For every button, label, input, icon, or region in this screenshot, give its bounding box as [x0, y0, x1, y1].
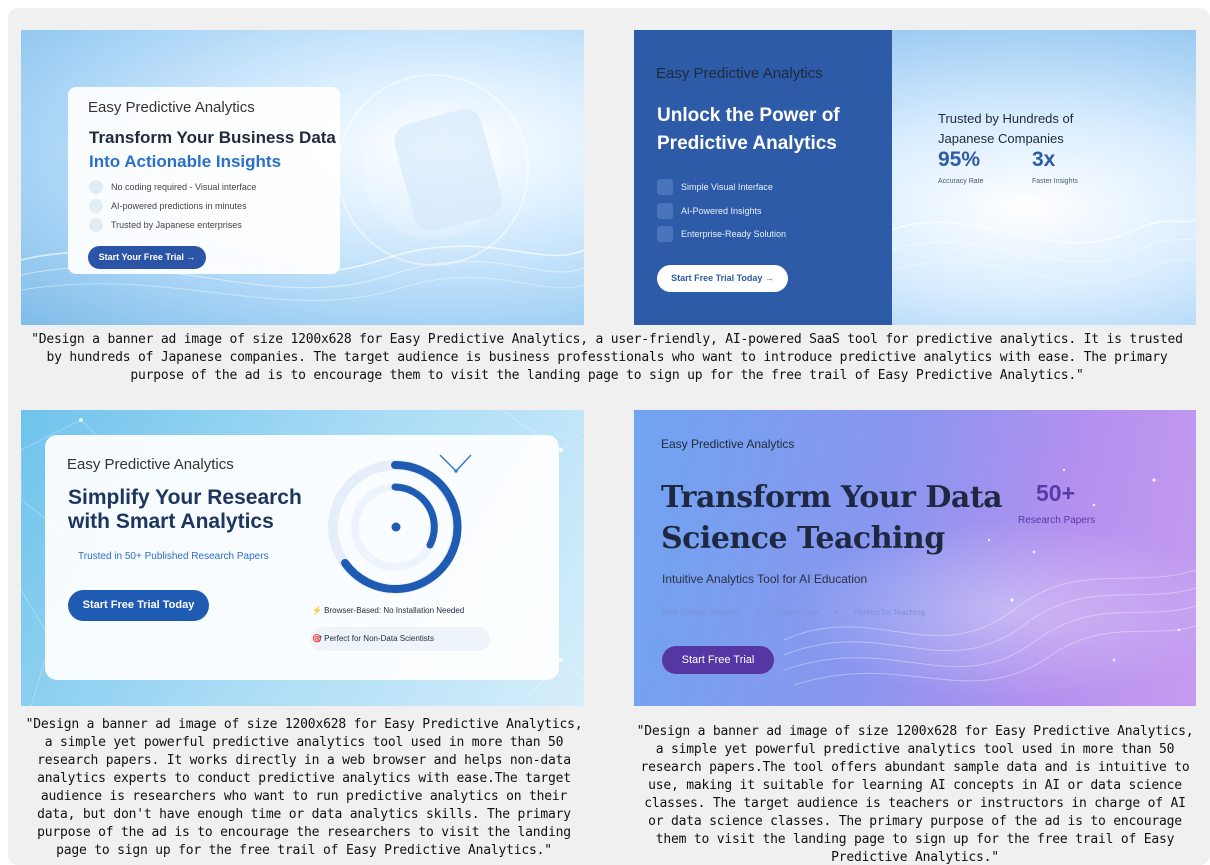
feature-label: Easy to Use — [775, 608, 820, 617]
feature-label: AI-Powered Insights — [681, 206, 762, 216]
banner-unlock: Easy Predictive Analytics Unlock the Pow… — [634, 30, 1196, 325]
stat-speed-value: 3x — [1032, 148, 1056, 171]
trust-line-2: Japanese Companies — [938, 131, 1064, 146]
banner-teaching: Easy Predictive Analytics Transform Your… — [634, 410, 1196, 706]
brand-name: Easy Predictive Analytics — [67, 456, 234, 473]
feature-pill-browser: ⚡ Browser-Based: No Installation Needed — [312, 606, 465, 615]
trust-line-1: Trusted by Hundreds of — [938, 111, 1074, 126]
hero-card: Easy Predictive Analytics Transform Your… — [68, 87, 340, 274]
checkbox-icon — [657, 203, 673, 219]
headline-line-2: Predictive Analytics — [657, 133, 837, 154]
research-subtitle: Trusted in 50+ Published Research Papers — [78, 551, 269, 562]
trust-statement: Trusted by Hundreds of Japanese Companie… — [938, 109, 1073, 149]
stat-papers-label: Research Papers — [1018, 515, 1096, 526]
feature-label: Simple Visual Interface — [681, 182, 773, 192]
brand-name: Easy Predictive Analytics — [88, 99, 255, 116]
hero-card: Easy Predictive Analytics Simplify Your … — [45, 435, 559, 680]
free-trial-button[interactable]: Start Free Trial — [662, 646, 774, 674]
separator-dot: • — [757, 608, 760, 617]
feature-pill-non-data-scientists: 🎯 Perfect for Non-Data Scientists — [310, 627, 490, 651]
feature-item: Simple Visual Interface — [657, 179, 773, 195]
stat-accuracy-value: 95% — [938, 148, 981, 171]
banner-research: Easy Predictive Analytics Simplify Your … — [21, 410, 584, 706]
free-trial-button[interactable]: Start Your Free Trial → — [88, 246, 206, 269]
left-panel: Easy Predictive Analytics Unlock the Pow… — [634, 30, 892, 325]
feature-item: AI-powered predictions in minutes — [89, 199, 247, 213]
feature-item: Trusted by Japanese enterprises — [89, 218, 242, 232]
headline-line-1: Simplify Your Research — [68, 486, 302, 509]
feature-label: Perfect for Teaching — [853, 608, 925, 617]
teaching-subtitle: Intuitive Analytics Tool for AI Educatio… — [662, 572, 868, 586]
stat-accuracy-label: Accuracy Rate — [938, 178, 984, 185]
stat-papers-value: 50+ — [1036, 480, 1076, 506]
free-trial-button[interactable]: Start Free Trial Today — [68, 590, 209, 621]
brand-name: Easy Predictive Analytics — [656, 65, 823, 82]
headline-line-2: with Smart Analytics — [68, 510, 274, 533]
headline-line-1: Transform Your Business Data — [89, 128, 336, 147]
brand-name: Easy Predictive Analytics — [661, 437, 795, 451]
feature-label: AI-powered predictions in minutes — [111, 201, 247, 211]
feature-item: Enterprise-Ready Solution — [657, 226, 786, 242]
bullet-icon — [89, 180, 103, 194]
stat-speed-label: Faster Insights — [1032, 178, 1078, 185]
feature-label: No coding required - Visual interface — [111, 182, 257, 192]
feature-item: No coding required - Visual interface — [89, 180, 256, 194]
checkbox-icon — [657, 226, 673, 242]
banner-business: Easy Predictive Analytics Transform Your… — [21, 30, 584, 325]
headline-line-1: Transform Your Data — [661, 480, 1003, 515]
feature-label: Enterprise-Ready Solution — [681, 229, 787, 239]
headline-line-2: Into Actionable Insights — [89, 152, 282, 171]
caption-teaching: "Design a banner ad image of size 1200x6… — [636, 724, 1194, 865]
headline-line-2: Science Teaching — [661, 521, 945, 556]
feature-label: Rich Sample Datasets — [662, 608, 742, 617]
feature-list: Rich Sample Datasets • Easy to Use • Per… — [662, 608, 925, 617]
feature-item: AI-Powered Insights — [657, 203, 762, 219]
caption-business: "Design a banner ad image of size 1200x6… — [31, 332, 1183, 383]
feature-label: Trusted by Japanese enterprises — [111, 220, 242, 230]
bullet-icon — [89, 218, 103, 232]
separator-dot: • — [835, 608, 838, 617]
bullet-icon — [89, 199, 103, 213]
caption-research: "Design a banner ad image of size 1200x6… — [25, 717, 583, 858]
headline-line-1: Unlock the Power of — [657, 105, 840, 126]
free-trial-button[interactable]: Start Free Trial Today → — [657, 265, 788, 292]
checkbox-icon — [657, 179, 673, 195]
